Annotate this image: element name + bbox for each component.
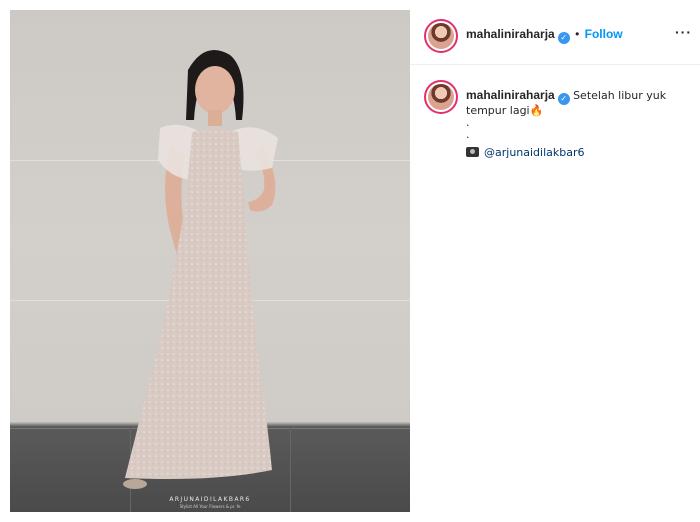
caption-text-line2: tempur lagi	[466, 104, 530, 117]
caption-dot-1: .	[466, 116, 470, 129]
post-side-panel: mahaliniraharja ✓ • Follow ··· mahalinira…	[410, 10, 700, 512]
post-header: mahaliniraharja ✓ • Follow ···	[410, 10, 700, 65]
avatar[interactable]	[424, 19, 458, 53]
credit-mention-link[interactable]: @arjunaidilakbar6	[484, 146, 585, 159]
fire-emoji-icon: 🔥	[529, 104, 544, 117]
separator-dot: •	[575, 27, 580, 41]
avatar-image	[428, 23, 454, 49]
caption-username[interactable]: mahaliniraharja	[466, 88, 555, 102]
follow-button[interactable]: Follow	[585, 27, 623, 41]
caption-body: mahaliniraharja ✓ Setelah libur yuk tempu…	[466, 88, 691, 160]
photo-credit: @arjunaidilakbar6	[466, 145, 691, 160]
header-username[interactable]: mahaliniraharja	[466, 27, 555, 41]
photo-watermark: ARJUNAIDILAKBAR6	[169, 496, 251, 503]
camera-icon	[466, 147, 479, 157]
more-options-icon[interactable]: ···	[675, 24, 692, 40]
caption-avatar[interactable]	[424, 80, 458, 114]
caption-verified-badge-icon: ✓	[557, 93, 570, 105]
post-photo[interactable]: ARJUNAIDILAKBAR6 Stylist All Your Flower…	[10, 10, 410, 512]
photo-watermark-subtitle: Stylist All Your Flowers & pr. fe	[179, 504, 241, 509]
caption-dot-2: .	[466, 128, 470, 141]
caption-text-line1: Setelah libur yuk	[573, 89, 667, 102]
verified-badge-icon: ✓	[557, 32, 570, 44]
caption-avatar-image	[428, 84, 454, 110]
header-row: mahaliniraharja ✓ • Follow	[466, 27, 623, 44]
photo-subject	[123, 50, 278, 489]
